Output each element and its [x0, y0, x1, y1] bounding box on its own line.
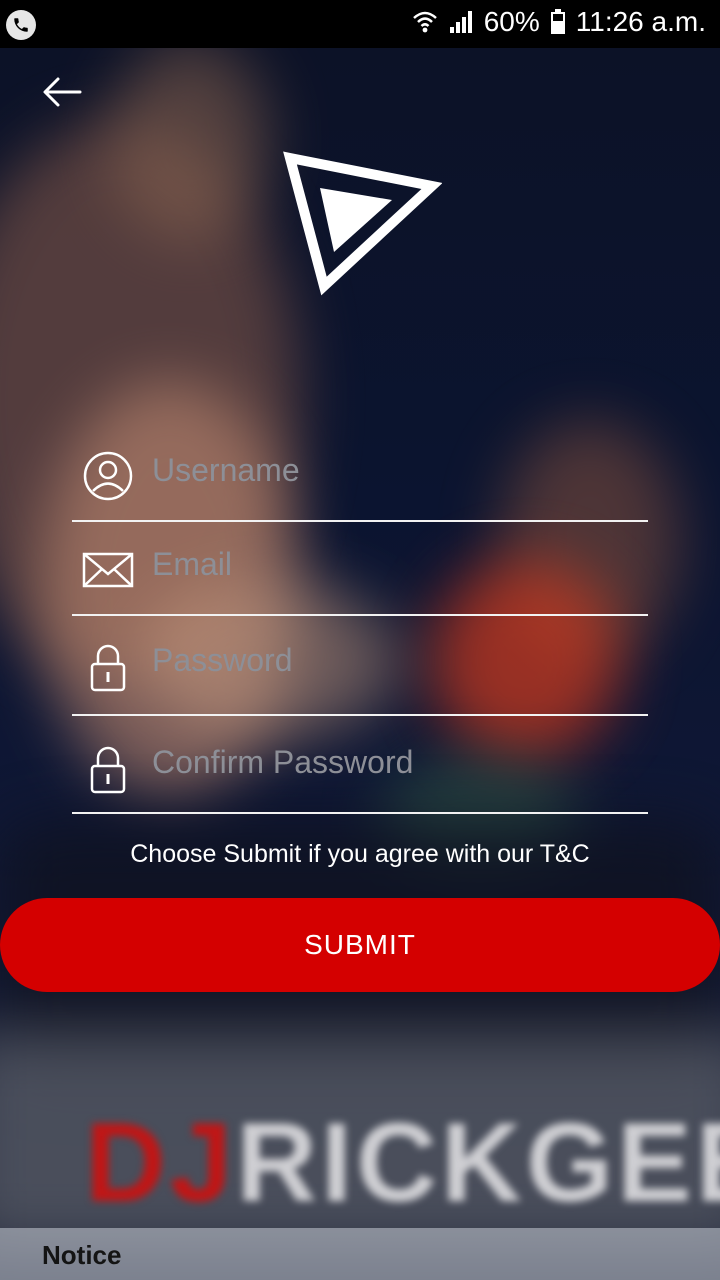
- status-bar: 60% 11:26 a.m.: [0, 0, 720, 48]
- confirm-password-field[interactable]: Confirm Password: [72, 716, 648, 814]
- username-placeholder: Username: [152, 452, 300, 488]
- password-placeholder: Password: [152, 642, 293, 678]
- terms-text: Choose Submit if you agree with our T&C: [130, 840, 590, 868]
- notice-label: Notice: [42, 1240, 122, 1270]
- password-field[interactable]: Password: [72, 614, 648, 716]
- lock-icon: [90, 644, 126, 692]
- phone-icon: [6, 10, 36, 40]
- back-arrow-icon[interactable]: [40, 70, 84, 114]
- email-field[interactable]: Email: [72, 518, 648, 616]
- lock-icon: [90, 746, 126, 794]
- username-field[interactable]: Username: [72, 424, 648, 522]
- notice-bar[interactable]: Notice: [0, 1228, 720, 1280]
- mail-icon: [82, 552, 134, 588]
- battery-icon: [550, 9, 565, 34]
- battery-percent: 60%: [483, 6, 540, 37]
- user-icon: [83, 451, 133, 501]
- confirm-password-placeholder: Confirm Password: [152, 744, 414, 780]
- signal-icon: [449, 11, 472, 33]
- clock: 11:26 a.m.: [575, 6, 706, 37]
- wifi-icon: [412, 11, 437, 33]
- background-watermark: DJRICKGEEZ: [85, 1100, 720, 1225]
- app-logo: [283, 151, 442, 296]
- submit-button[interactable]: SUBMIT: [0, 898, 720, 992]
- email-placeholder: Email: [152, 546, 233, 582]
